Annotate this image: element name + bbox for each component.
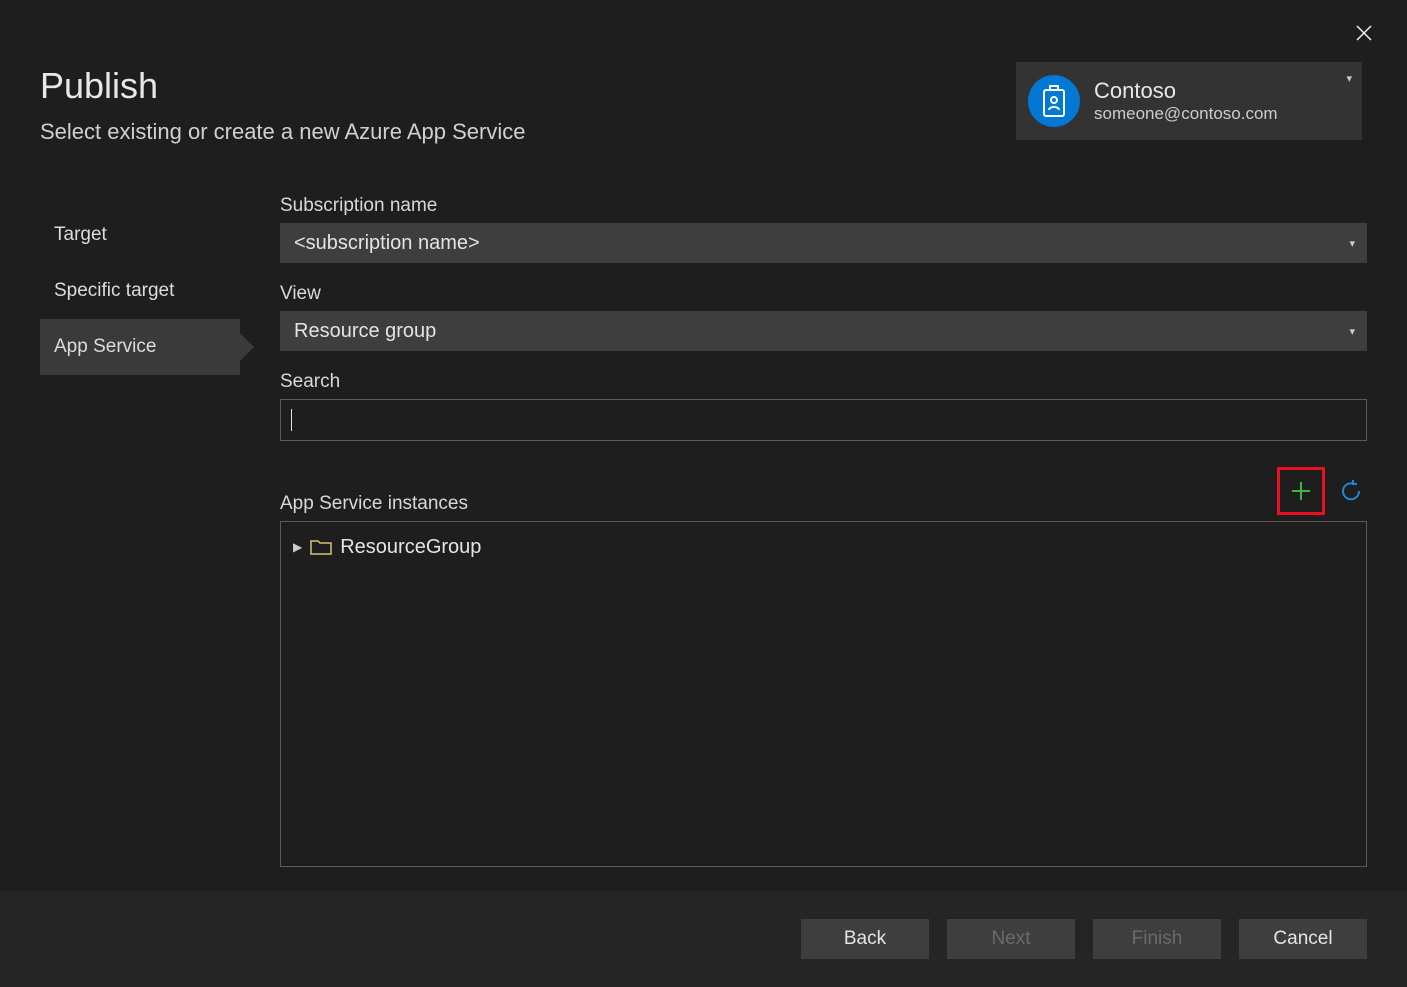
instances-label: App Service instances [280,493,468,515]
wizard-steps: Target Specific target App Service [40,195,240,867]
subscription-label: Subscription name [280,195,1367,217]
account-avatar-icon [1028,75,1080,127]
tree-item-label: ResourceGroup [340,536,481,559]
button-label: Finish [1132,928,1183,950]
subscription-value: <subscription name> [294,232,480,255]
instances-actions [1277,467,1367,515]
button-label: Back [844,928,886,950]
add-instance-button[interactable] [1277,467,1325,515]
step-specific-target[interactable]: Specific target [40,263,240,319]
account-email: someone@contoso.com [1094,104,1278,124]
button-label: Cancel [1273,928,1332,950]
back-button[interactable]: Back [801,919,929,959]
cancel-button[interactable]: Cancel [1239,919,1367,959]
view-select[interactable]: Resource group ▾ [280,311,1367,351]
next-button[interactable]: Next [947,919,1075,959]
account-info: Contoso someone@contoso.com [1094,78,1278,124]
dialog-header: Publish Select existing or create a new … [40,65,525,145]
search-input-wrapper [280,399,1367,441]
refresh-icon [1339,479,1363,503]
folder-icon [310,538,332,556]
account-name: Contoso [1094,78,1278,104]
plus-icon [1290,480,1312,502]
step-label: Target [54,224,107,246]
step-app-service[interactable]: App Service [40,319,240,375]
step-label: Specific target [54,280,174,302]
view-value: Resource group [294,320,436,343]
button-label: Next [991,928,1030,950]
instances-tree[interactable]: ▶ ResourceGroup [280,521,1367,867]
refresh-instances-button[interactable] [1335,475,1367,507]
search-label: Search [280,371,1367,393]
chevron-right-icon: ▶ [293,540,302,554]
publish-dialog: Publish Select existing or create a new … [0,0,1407,987]
tree-item-resource-group[interactable]: ▶ ResourceGroup [293,532,1354,562]
view-label: View [280,283,1367,305]
dialog-footer: Back Next Finish Cancel [0,891,1407,987]
step-target[interactable]: Target [40,207,240,263]
chevron-down-icon: ▾ [1349,237,1355,250]
chevron-down-icon: ▾ [1346,72,1352,85]
close-icon [1355,24,1373,42]
search-input[interactable] [292,408,1356,433]
page-title: Publish [40,65,525,107]
close-button[interactable] [1349,18,1379,48]
instances-header-row: App Service instances [280,467,1367,515]
dialog-body: Target Specific target App Service Subsc… [40,195,1367,867]
subscription-select[interactable]: <subscription name> ▾ [280,223,1367,263]
form-area: Subscription name <subscription name> ▾ … [280,195,1367,867]
step-label: App Service [54,336,156,358]
chevron-down-icon: ▾ [1349,325,1355,338]
account-selector[interactable]: Contoso someone@contoso.com ▾ [1016,62,1362,140]
page-subtitle: Select existing or create a new Azure Ap… [40,119,525,145]
finish-button[interactable]: Finish [1093,919,1221,959]
